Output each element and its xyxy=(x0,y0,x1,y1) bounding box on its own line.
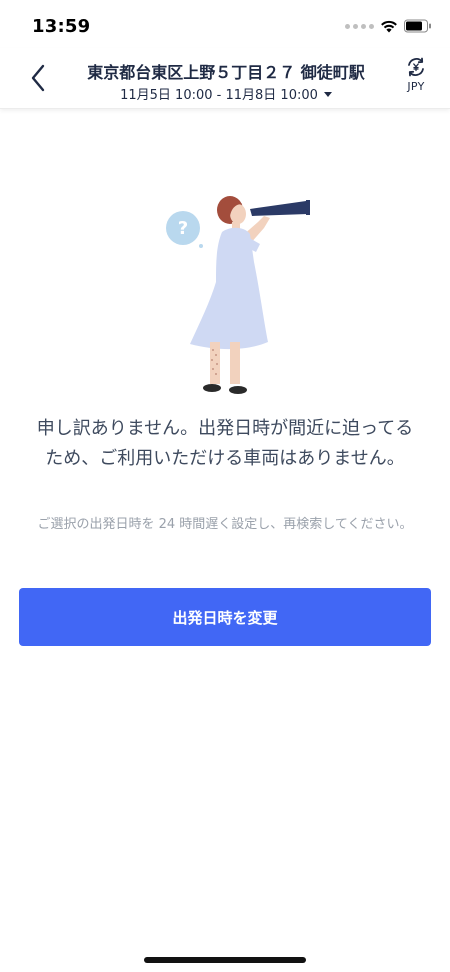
change-departure-button[interactable]: 出発日時を変更 xyxy=(19,588,431,646)
header-bar: 東京都台東区上野５丁目２７ 御徒町駅 11月5日 10:00 - 11月8日 1… xyxy=(0,48,450,109)
chevron-left-icon xyxy=(31,64,45,92)
date-range-selector[interactable]: 11月5日 10:00 - 11月8日 10:00 xyxy=(66,84,386,103)
battery-icon xyxy=(404,19,431,33)
status-bar: 13:59 xyxy=(0,0,450,48)
status-indicators xyxy=(345,17,432,35)
caret-down-icon xyxy=(323,92,332,97)
page-title: 東京都台東区上野５丁目２７ 御徒町駅 xyxy=(87,63,365,82)
currency-exchange-icon xyxy=(408,57,424,77)
wifi-icon xyxy=(381,20,397,33)
no-vehicles-message: 申し訳ありません。出発日時が間近に迫ってるため、ご利用いただける車両はありません… xyxy=(36,418,414,469)
woman-with-telescope-illustration: ? xyxy=(166,196,310,394)
back-button[interactable] xyxy=(20,60,56,96)
svg-text:?: ? xyxy=(178,218,188,239)
currency-label: JPY xyxy=(407,80,425,93)
cellular-signal-icon xyxy=(345,23,374,29)
date-range-label: 11月5日 10:00 - 11月8日 10:00 xyxy=(120,88,318,103)
currency-button[interactable]: JPY xyxy=(398,56,434,93)
retry-hint-message: ご選択の出発日時を 24 時間遅く設定し、再検索してください。 xyxy=(37,517,413,532)
status-time: 13:59 xyxy=(32,16,91,37)
home-indicator[interactable] xyxy=(144,957,306,963)
